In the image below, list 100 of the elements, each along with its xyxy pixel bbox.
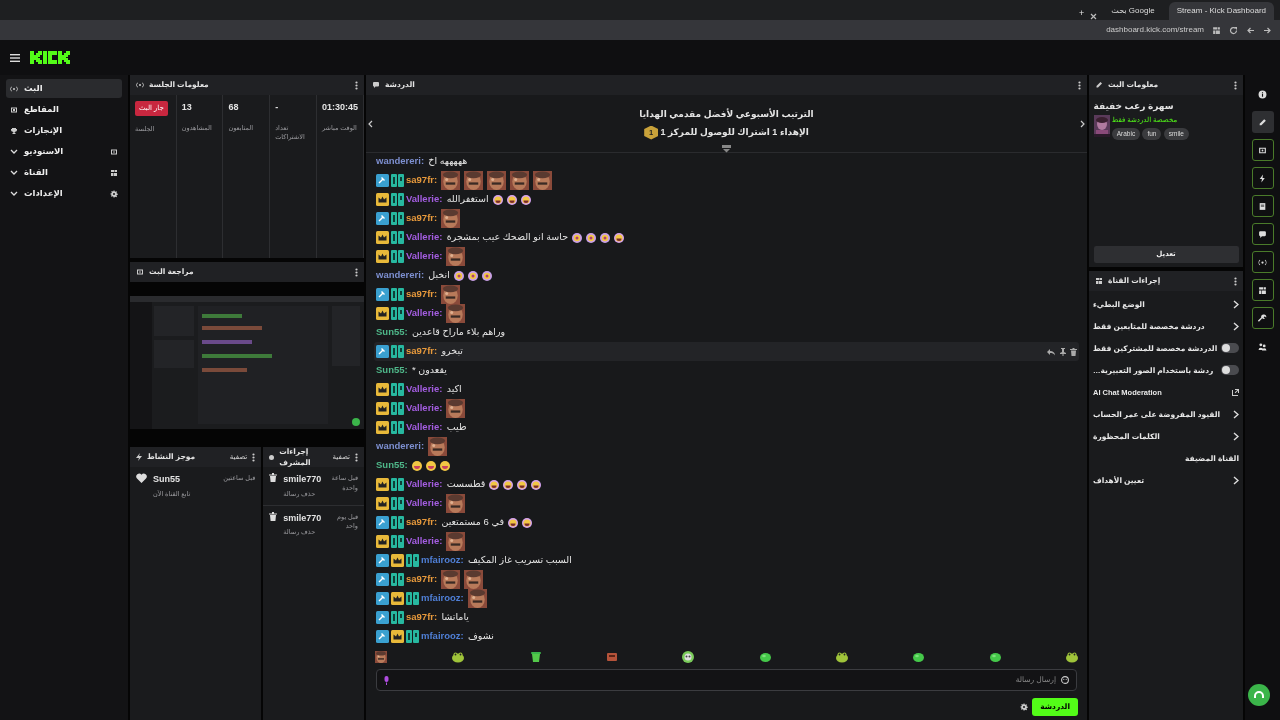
reply-icon[interactable] xyxy=(1047,347,1055,356)
chat-username[interactable]: sa97fr: xyxy=(406,610,438,625)
chat-username[interactable]: Vallerie: xyxy=(406,382,443,397)
grinning-emoji-icon xyxy=(411,460,422,471)
leaderboard-text: الإهداء 1 اشتراك للوصول للمركز 1 xyxy=(660,125,809,139)
chat-username[interactable]: wandereri: xyxy=(376,154,425,169)
chat-username[interactable]: sa97fr: xyxy=(406,173,438,188)
blob-emote-icon[interactable] xyxy=(759,651,771,663)
emoji-icon[interactable] xyxy=(1061,676,1069,684)
chat-text: ياماتشا xyxy=(441,610,469,625)
laughing-emoji-icon xyxy=(517,479,528,490)
sidebar-item[interactable]: المقاطع xyxy=(6,100,122,119)
toolbar-button[interactable] xyxy=(1251,307,1274,329)
chat-username[interactable]: Vallerie: xyxy=(406,496,443,511)
chat-username[interactable]: Vallerie: xyxy=(406,306,443,321)
settings-icon[interactable] xyxy=(1019,703,1028,711)
chat-username[interactable]: sa97fr: xyxy=(406,344,438,359)
mod-badge-icon xyxy=(376,611,389,624)
broadcast-icon xyxy=(1258,257,1267,267)
more-menu-icon[interactable] xyxy=(1078,80,1081,90)
more-menu-icon[interactable] xyxy=(252,452,256,462)
sidebar-item[interactable]: الإنجازات xyxy=(6,121,122,140)
blob-emote-icon[interactable] xyxy=(989,651,1001,663)
stat-value: 68 xyxy=(228,101,240,114)
more-menu-icon[interactable] xyxy=(1234,80,1237,90)
browser-tab[interactable]: بحث Google xyxy=(1103,2,1163,20)
chat-username[interactable]: mfairooz: xyxy=(421,553,464,568)
chat-username[interactable]: mfairooz: xyxy=(421,629,464,644)
laughing-emoji-icon xyxy=(614,232,624,243)
more-menu-icon[interactable] xyxy=(1234,276,1237,286)
new-tab-button[interactable]: + xyxy=(1079,6,1085,20)
toggle-switch[interactable] xyxy=(1221,365,1239,376)
chat-username[interactable]: Vallerie: xyxy=(406,192,443,207)
laughing-emoji-icon xyxy=(520,194,531,205)
chat-username[interactable]: Vallerie: xyxy=(406,534,443,549)
chat-username[interactable]: Vallerie: xyxy=(406,249,443,264)
pin-icon[interactable] xyxy=(1059,347,1066,356)
menu-icon[interactable] xyxy=(10,53,20,62)
trash-icon[interactable] xyxy=(1070,347,1077,356)
chat-text: طيب xyxy=(446,420,467,435)
round-emote-icon[interactable] xyxy=(682,651,695,663)
screen-icon xyxy=(1258,145,1267,155)
browser-tab[interactable]: Stream - Kick Dashboard xyxy=(1168,2,1274,20)
blob-emote-icon[interactable] xyxy=(913,651,925,663)
toolbar-button[interactable] xyxy=(1251,111,1274,133)
site-settings-icon[interactable] xyxy=(1212,25,1221,35)
laughing-emoji-icon xyxy=(506,194,517,205)
chat-text: هههههه اخ xyxy=(428,154,468,169)
chat-text: وراهم بلاء ماراح قاعدين xyxy=(411,325,506,340)
sidebar-item[interactable]: الإعدادات xyxy=(6,184,122,203)
chat-username[interactable]: Sun55: xyxy=(376,458,408,473)
toggle-switch[interactable] xyxy=(1221,343,1239,354)
toolbar-button[interactable] xyxy=(1251,195,1274,217)
reload-icon[interactable] xyxy=(1229,25,1238,35)
chat-username[interactable]: sa97fr: xyxy=(406,287,438,302)
users-icon xyxy=(1258,341,1267,351)
address-bar[interactable]: dashboard.kick.com/stream xyxy=(1106,24,1204,36)
toolbar-button[interactable] xyxy=(1251,279,1274,301)
toolbar-button[interactable] xyxy=(1251,139,1274,161)
mod-badge-icon xyxy=(376,573,389,586)
chat-username[interactable]: wandereri: xyxy=(376,268,425,283)
forward-icon[interactable] xyxy=(1263,25,1272,35)
box-emote-icon[interactable] xyxy=(607,652,617,662)
help-button[interactable] xyxy=(1248,684,1270,706)
collapse-icon[interactable] xyxy=(722,145,731,153)
chat-username[interactable]: sa97fr: xyxy=(406,515,438,530)
dot-icon xyxy=(269,454,275,460)
more-menu-icon[interactable] xyxy=(355,267,358,277)
chat-username[interactable]: Vallerie: xyxy=(406,477,443,492)
mod-badge-icon xyxy=(376,630,389,643)
chat-username[interactable]: mfairooz: xyxy=(421,591,464,606)
chat-username[interactable]: Sun55: xyxy=(376,325,408,340)
chat-username[interactable]: Vallerie: xyxy=(406,230,443,245)
chat-username[interactable]: Vallerie: xyxy=(406,401,443,416)
sidebar-item[interactable]: البث xyxy=(6,79,122,98)
cup-emote-icon[interactable] xyxy=(529,651,542,663)
mod-badge-icon xyxy=(376,288,389,301)
more-menu-icon[interactable] xyxy=(355,80,358,90)
sidebar-item[interactable]: القناة xyxy=(6,163,122,182)
sidebar-item[interactable]: الاستوديو xyxy=(6,142,122,161)
frog-emote-icon[interactable] xyxy=(835,651,848,663)
toolbar-button[interactable] xyxy=(1251,223,1274,245)
microphone-icon[interactable] xyxy=(384,676,389,685)
screen-icon xyxy=(136,268,144,276)
chat-username[interactable]: sa97fr: xyxy=(406,211,438,226)
close-icon[interactable] xyxy=(1090,13,1098,20)
chat-username[interactable]: Vallerie: xyxy=(406,420,443,435)
frog-emote-icon[interactable] xyxy=(452,651,465,663)
chat-username[interactable]: Sun55: xyxy=(376,363,408,378)
dizzy-emoji-icon xyxy=(586,232,596,243)
crown-badge-icon xyxy=(376,193,389,206)
kick-logo[interactable] xyxy=(30,51,72,64)
back-icon[interactable] xyxy=(1246,25,1255,35)
dizzy-emoji-icon xyxy=(572,232,582,243)
more-menu-icon[interactable] xyxy=(355,452,358,462)
crown-badge-icon xyxy=(376,478,389,491)
chat-username[interactable]: sa97fr: xyxy=(406,572,438,587)
wrench-icon xyxy=(1258,313,1267,323)
frog-emote-icon[interactable] xyxy=(1065,651,1078,663)
chat-username[interactable]: wandereri: xyxy=(376,439,425,454)
